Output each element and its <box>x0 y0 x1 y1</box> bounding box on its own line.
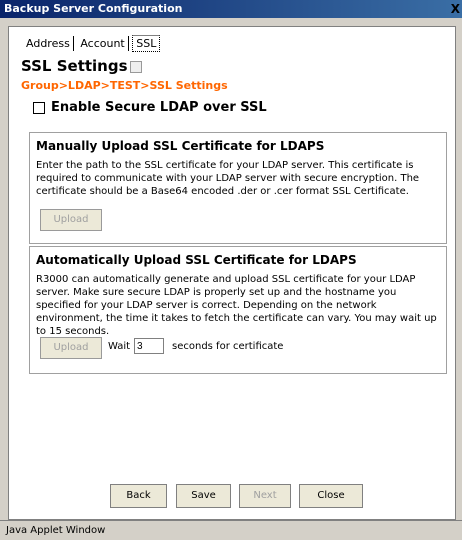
close-button[interactable]: Close <box>299 484 363 508</box>
content-panel: Address Account SSL SSL Settings Group>L… <box>8 26 456 520</box>
back-button[interactable]: Back <box>110 484 167 508</box>
manual-upload-button[interactable]: Upload <box>40 209 102 231</box>
window-title: Backup Server Configuration <box>4 2 183 15</box>
status-bar: Java Applet Window <box>0 520 462 540</box>
help-icon[interactable] <box>129 60 142 73</box>
breadcrumb: Group>LDAP>TEST>SSL Settings <box>21 79 228 92</box>
page-title: SSL Settings <box>21 57 142 75</box>
title-bar: Backup Server Configuration X <box>0 0 462 18</box>
manual-upload-group: Manually Upload SSL Certificate for LDAP… <box>29 132 447 244</box>
auto-upload-group: Automatically Upload SSL Certificate for… <box>29 246 447 374</box>
save-button[interactable]: Save <box>176 484 231 508</box>
tab-bar: Address Account SSL <box>23 35 161 52</box>
tab-address[interactable]: Address <box>23 36 74 51</box>
manual-upload-title: Manually Upload SSL Certificate for LDAP… <box>36 139 325 153</box>
next-button[interactable]: Next <box>239 484 291 508</box>
wait-seconds-input[interactable] <box>134 338 164 354</box>
close-icon[interactable]: X <box>451 2 460 16</box>
page-title-text: SSL Settings <box>21 57 128 75</box>
tab-account[interactable]: Account <box>77 36 129 51</box>
auto-upload-button[interactable]: Upload <box>40 337 102 359</box>
auto-upload-text: R3000 can automatically generate and upl… <box>36 274 437 337</box>
manual-upload-text: Enter the path to the SSL certificate fo… <box>36 160 420 197</box>
auto-upload-title: Automatically Upload SSL Certificate for… <box>36 253 357 267</box>
enable-ssl-checkbox[interactable] <box>33 101 45 114</box>
enable-ssl-row[interactable]: Enable Secure LDAP over SSL <box>33 100 267 115</box>
wait-label: Wait <box>108 341 131 352</box>
wait-suffix-label: seconds for certificate <box>172 341 284 352</box>
enable-ssl-label: Enable Secure LDAP over SSL <box>51 100 267 115</box>
tab-ssl[interactable]: SSL <box>132 35 161 52</box>
